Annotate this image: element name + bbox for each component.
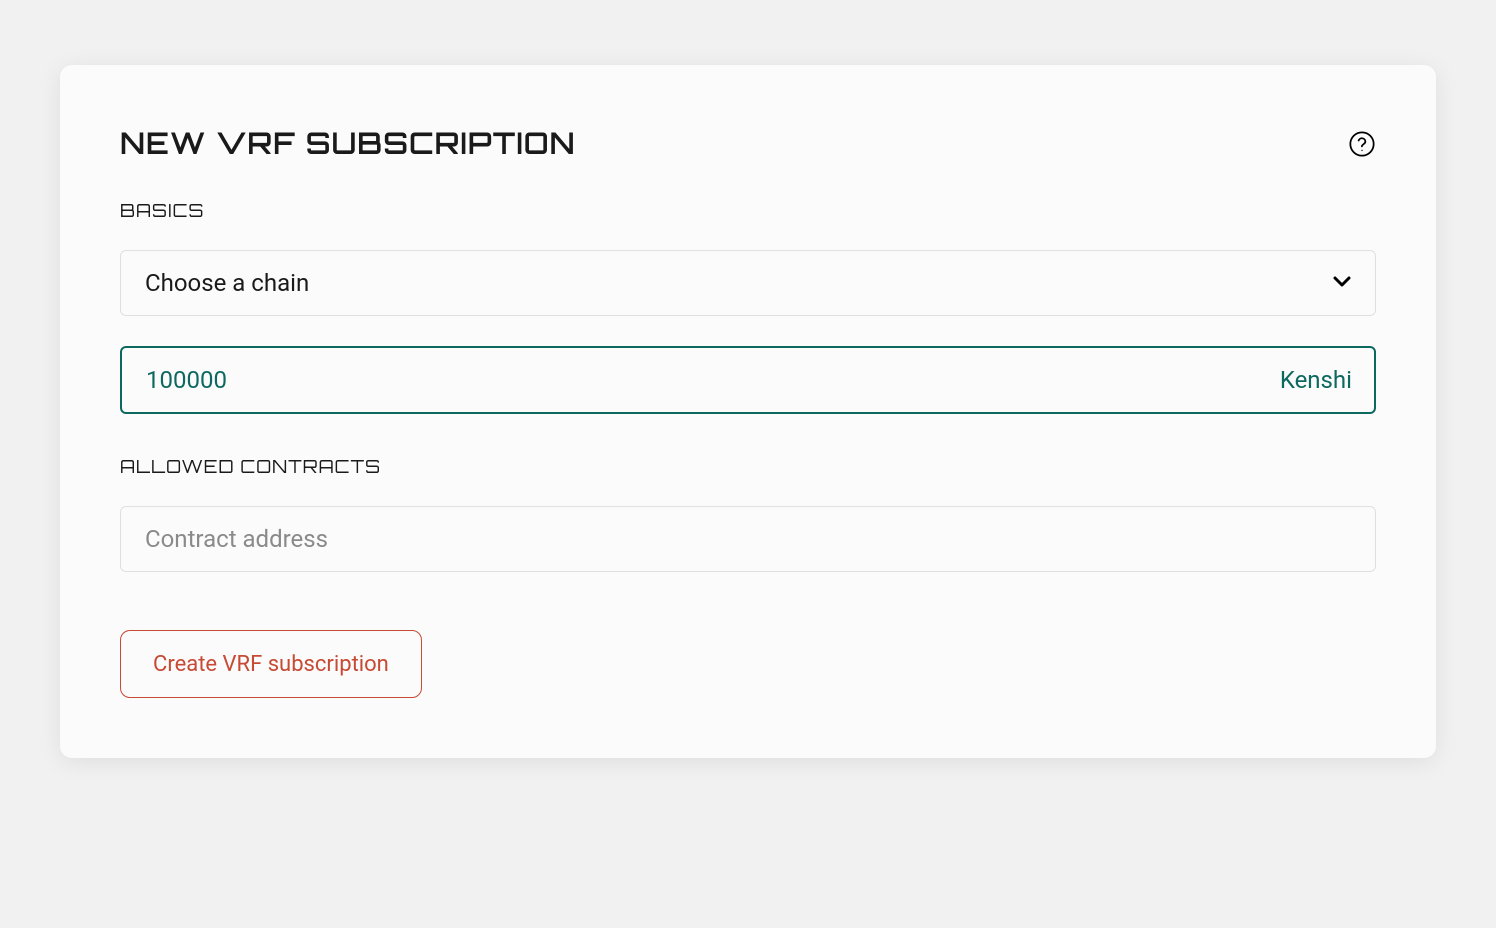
allowed-contracts-section-label: ALLOWED CONTRACTS (120, 456, 1376, 478)
subscription-card: NEW VRF SUBSCRIPTION BASICS Choose a cha… (60, 65, 1436, 758)
help-icon[interactable] (1348, 130, 1376, 158)
basics-section-label: BASICS (120, 200, 1376, 222)
amount-input-group: Kenshi (120, 346, 1376, 414)
page-title: NEW VRF SUBSCRIPTION (120, 125, 576, 162)
chain-select-wrap: Choose a chain (120, 250, 1376, 316)
contract-address-input[interactable] (120, 506, 1376, 572)
chain-select[interactable]: Choose a chain (120, 250, 1376, 316)
create-subscription-button[interactable]: Create VRF subscription (120, 630, 422, 698)
header-row: NEW VRF SUBSCRIPTION (120, 125, 1376, 162)
amount-input[interactable] (120, 346, 1376, 414)
